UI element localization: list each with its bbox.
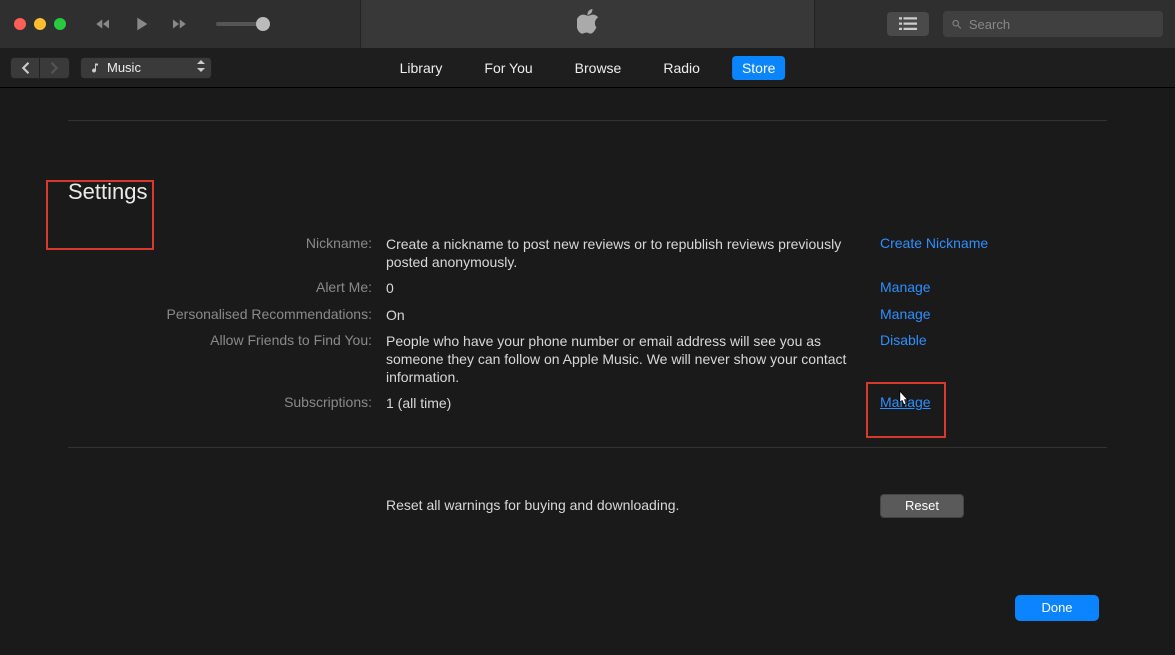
reset-button[interactable]: Reset bbox=[880, 494, 964, 518]
tab-store[interactable]: Store bbox=[732, 56, 785, 80]
row-nickname: Nickname: Create a nickname to post new … bbox=[68, 231, 1107, 275]
tab-radio[interactable]: Radio bbox=[653, 56, 710, 80]
right-controls bbox=[887, 0, 1163, 48]
subs-manage-link[interactable]: Manage bbox=[880, 394, 931, 410]
play-icon[interactable] bbox=[130, 13, 152, 35]
back-button[interactable] bbox=[10, 57, 40, 79]
page-title: Settings bbox=[68, 179, 1107, 205]
volume-slider[interactable] bbox=[216, 22, 262, 26]
rec-manage-link[interactable]: Manage bbox=[880, 306, 931, 322]
row-alert: Alert Me: 0 Manage bbox=[68, 275, 1107, 301]
subs-value: 1 (all time) bbox=[386, 394, 866, 412]
divider-bottom bbox=[68, 447, 1107, 448]
tab-library[interactable]: Library bbox=[390, 56, 453, 80]
divider-top bbox=[68, 120, 1107, 121]
tab-browse[interactable]: Browse bbox=[565, 56, 632, 80]
source-label: Music bbox=[107, 60, 141, 75]
search-input[interactable] bbox=[943, 11, 1163, 37]
rec-value: On bbox=[386, 306, 866, 324]
chevron-updown-icon bbox=[197, 59, 205, 77]
tab-for-you[interactable]: For You bbox=[474, 56, 542, 80]
toolbar: Music Library For You Browse Radio Store bbox=[0, 48, 1175, 88]
maximize-window-button[interactable] bbox=[54, 18, 66, 30]
nav-tabs: Library For You Browse Radio Store bbox=[390, 56, 786, 80]
subs-label: Subscriptions: bbox=[68, 394, 372, 410]
previous-track-icon[interactable] bbox=[94, 15, 112, 33]
create-nickname-link[interactable]: Create Nickname bbox=[880, 235, 988, 251]
alert-label: Alert Me: bbox=[68, 279, 372, 295]
now-playing-display bbox=[360, 0, 815, 48]
close-window-button[interactable] bbox=[14, 18, 26, 30]
alert-manage-link[interactable]: Manage bbox=[880, 279, 931, 295]
source-dropdown[interactable]: Music bbox=[80, 57, 212, 79]
window-controls bbox=[0, 18, 66, 30]
apple-logo-icon bbox=[577, 9, 599, 40]
next-track-icon[interactable] bbox=[170, 15, 188, 33]
minimize-window-button[interactable] bbox=[34, 18, 46, 30]
settings-content: Settings Nickname: Create a nickname to … bbox=[0, 120, 1175, 518]
done-button[interactable]: Done bbox=[1015, 595, 1099, 621]
search-icon bbox=[951, 18, 963, 31]
row-allow-friends: Allow Friends to Find You: People who ha… bbox=[68, 328, 1107, 391]
reset-text: Reset all warnings for buying and downlo… bbox=[386, 496, 866, 514]
title-bar bbox=[0, 0, 1175, 48]
friends-label: Allow Friends to Find You: bbox=[68, 332, 372, 348]
nickname-label: Nickname: bbox=[68, 235, 372, 251]
friends-value: People who have your phone number or ema… bbox=[386, 332, 866, 387]
alert-value: 0 bbox=[386, 279, 866, 297]
rec-label: Personalised Recommendations: bbox=[68, 306, 372, 322]
nav-buttons bbox=[10, 57, 70, 79]
row-subscriptions: Subscriptions: 1 (all time) Manage bbox=[68, 390, 1107, 416]
nickname-value: Create a nickname to post new reviews or… bbox=[386, 235, 866, 271]
friends-disable-link[interactable]: Disable bbox=[880, 332, 927, 348]
list-view-button[interactable] bbox=[887, 12, 929, 36]
search-field[interactable] bbox=[969, 17, 1155, 32]
music-note-icon bbox=[89, 62, 101, 74]
reset-row: Reset all warnings for buying and downlo… bbox=[68, 494, 1107, 518]
row-recommendations: Personalised Recommendations: On Manage bbox=[68, 302, 1107, 328]
forward-button[interactable] bbox=[40, 57, 70, 79]
playback-controls bbox=[94, 13, 262, 35]
